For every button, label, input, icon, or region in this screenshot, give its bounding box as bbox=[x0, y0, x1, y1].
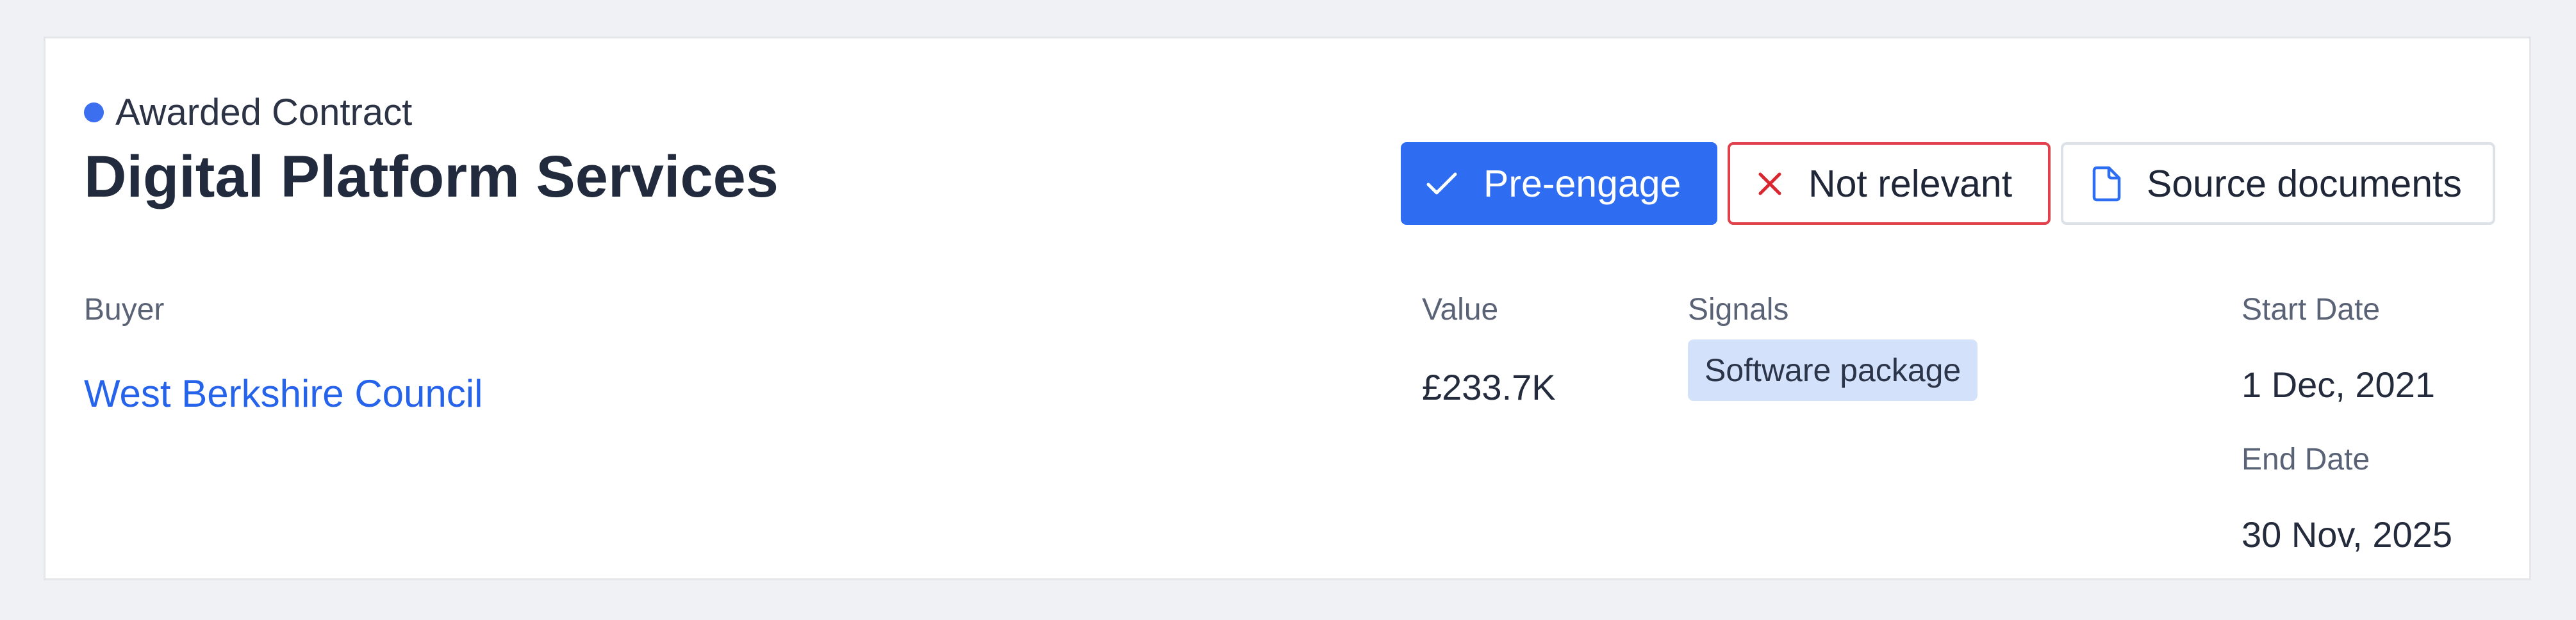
check-icon bbox=[1426, 171, 1458, 197]
pre-engage-label: Pre-engage bbox=[1483, 162, 1681, 205]
close-icon bbox=[1757, 171, 1783, 197]
value-label: Value bbox=[1422, 293, 1499, 327]
status-dot-icon bbox=[84, 102, 104, 122]
action-buttons: Pre-engage Not relevant Source documents bbox=[1401, 142, 2495, 225]
end-date-value: 30 Nov, 2025 bbox=[2242, 514, 2452, 555]
status-label: Awarded Contract bbox=[115, 91, 413, 133]
buyer-link[interactable]: West Berkshire Council bbox=[84, 371, 483, 416]
end-date-label: End Date bbox=[2242, 443, 2370, 477]
not-relevant-button[interactable]: Not relevant bbox=[1728, 142, 2051, 225]
contract-title: Digital Platform Services bbox=[84, 144, 779, 209]
document-icon bbox=[2092, 166, 2121, 202]
signal-badge: Software package bbox=[1688, 339, 1978, 401]
signals-label: Signals bbox=[1688, 293, 1789, 327]
source-documents-button[interactable]: Source documents bbox=[2061, 142, 2495, 225]
not-relevant-label: Not relevant bbox=[1808, 162, 2013, 205]
status-indicator: Awarded Contract bbox=[84, 86, 412, 138]
pre-engage-button[interactable]: Pre-engage bbox=[1401, 142, 1717, 225]
contract-card: Awarded Contract Digital Platform Servic… bbox=[44, 37, 2531, 580]
buyer-label: Buyer bbox=[84, 293, 165, 327]
start-date-value: 1 Dec, 2021 bbox=[2242, 364, 2435, 405]
start-date-label: Start Date bbox=[2242, 293, 2381, 327]
source-documents-label: Source documents bbox=[2147, 162, 2462, 205]
value-amount: £233.7K bbox=[1422, 367, 1556, 407]
